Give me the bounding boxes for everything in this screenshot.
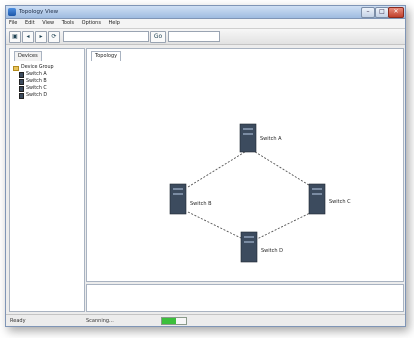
switch-node-left[interactable]: Switch B — [169, 183, 212, 215]
tree-item-device[interactable]: Switch A — [13, 71, 82, 78]
node-label: Switch C — [329, 199, 351, 205]
link-right-bottom — [254, 211, 313, 241]
topology-panel: Topology Switch A Switch B Switch C Swit… — [86, 48, 404, 282]
topology-canvas[interactable]: Switch A Switch B Switch C Switch D — [90, 62, 400, 279]
switch-port — [244, 241, 254, 243]
switch-port — [173, 188, 183, 190]
progress-bar — [161, 317, 187, 325]
topology-diagram: Switch A Switch B Switch C Switch D — [169, 123, 351, 263]
tree-item-device[interactable]: Switch B — [13, 78, 82, 85]
progress-fill — [162, 318, 177, 324]
log-panel[interactable] — [86, 284, 404, 312]
menu-file[interactable]: File — [6, 19, 20, 28]
go-button[interactable]: Go — [150, 31, 166, 43]
switch-port — [244, 236, 254, 238]
switch-node-right[interactable]: Switch C — [308, 183, 351, 215]
menu-help[interactable]: Help — [106, 19, 123, 28]
switch-port — [312, 188, 322, 190]
node-label: Switch B — [190, 201, 212, 207]
tree-item-label: Switch C — [26, 86, 47, 91]
close-button[interactable]: ✕ — [388, 7, 404, 18]
title-bar[interactable]: Topology View – □ ✕ — [6, 6, 405, 19]
switch-port — [312, 193, 322, 195]
tab-topology[interactable]: Topology — [91, 51, 122, 61]
search-input[interactable] — [168, 31, 220, 42]
view-button[interactable]: ▣ — [9, 31, 21, 43]
back-button[interactable]: ◂ — [22, 31, 34, 43]
toolbar: ▣ ◂ ▸ ⟳ Go — [6, 29, 405, 45]
minimize-button[interactable]: – — [361, 7, 375, 18]
links — [187, 149, 313, 241]
maximize-button[interactable]: □ — [375, 7, 389, 18]
device-tree-panel: Devices Device Group Switch A Switch B S… — [9, 48, 85, 312]
status-text: Ready — [10, 318, 26, 324]
address-input[interactable] — [63, 31, 149, 42]
switch-node-top[interactable]: Switch A — [239, 123, 282, 153]
device-tree: Device Group Switch A Switch B Switch C … — [13, 64, 82, 99]
switch-port — [243, 133, 253, 135]
tree-item-label: Switch B — [26, 79, 47, 84]
tree-item-label: Switch A — [26, 72, 47, 77]
tab-devices[interactable]: Devices — [14, 51, 42, 61]
tree-item-group[interactable]: Device Group — [13, 64, 82, 71]
menu-bar: File Edit View Tools Options Help — [6, 19, 405, 29]
link-top-left — [187, 149, 249, 188]
switch-port — [243, 128, 253, 130]
menu-edit[interactable]: Edit — [22, 19, 38, 28]
app-icon — [8, 8, 16, 16]
link-left-bottom — [187, 211, 246, 241]
menu-tools[interactable]: Tools — [59, 19, 77, 28]
status-message: Scanning... — [86, 318, 114, 324]
window-title: Topology View — [19, 9, 59, 15]
menu-view[interactable]: View — [39, 19, 57, 28]
forward-button[interactable]: ▸ — [35, 31, 47, 43]
tree-item-device[interactable]: Switch D — [13, 92, 82, 99]
status-bar: Ready Scanning... — [6, 314, 405, 326]
refresh-button[interactable]: ⟳ — [48, 31, 60, 43]
tree-item-device[interactable]: Switch C — [13, 85, 82, 92]
tree-item-label: Device Group — [21, 65, 54, 70]
node-label: Switch A — [260, 136, 282, 142]
link-top-right — [251, 149, 313, 188]
menu-options[interactable]: Options — [79, 19, 104, 28]
node-label: Switch D — [261, 248, 283, 254]
tree-item-label: Switch D — [26, 93, 48, 98]
switch-icon — [19, 93, 24, 99]
switch-port — [173, 193, 183, 195]
app-window: Topology View – □ ✕ File Edit View Tools… — [5, 5, 406, 327]
